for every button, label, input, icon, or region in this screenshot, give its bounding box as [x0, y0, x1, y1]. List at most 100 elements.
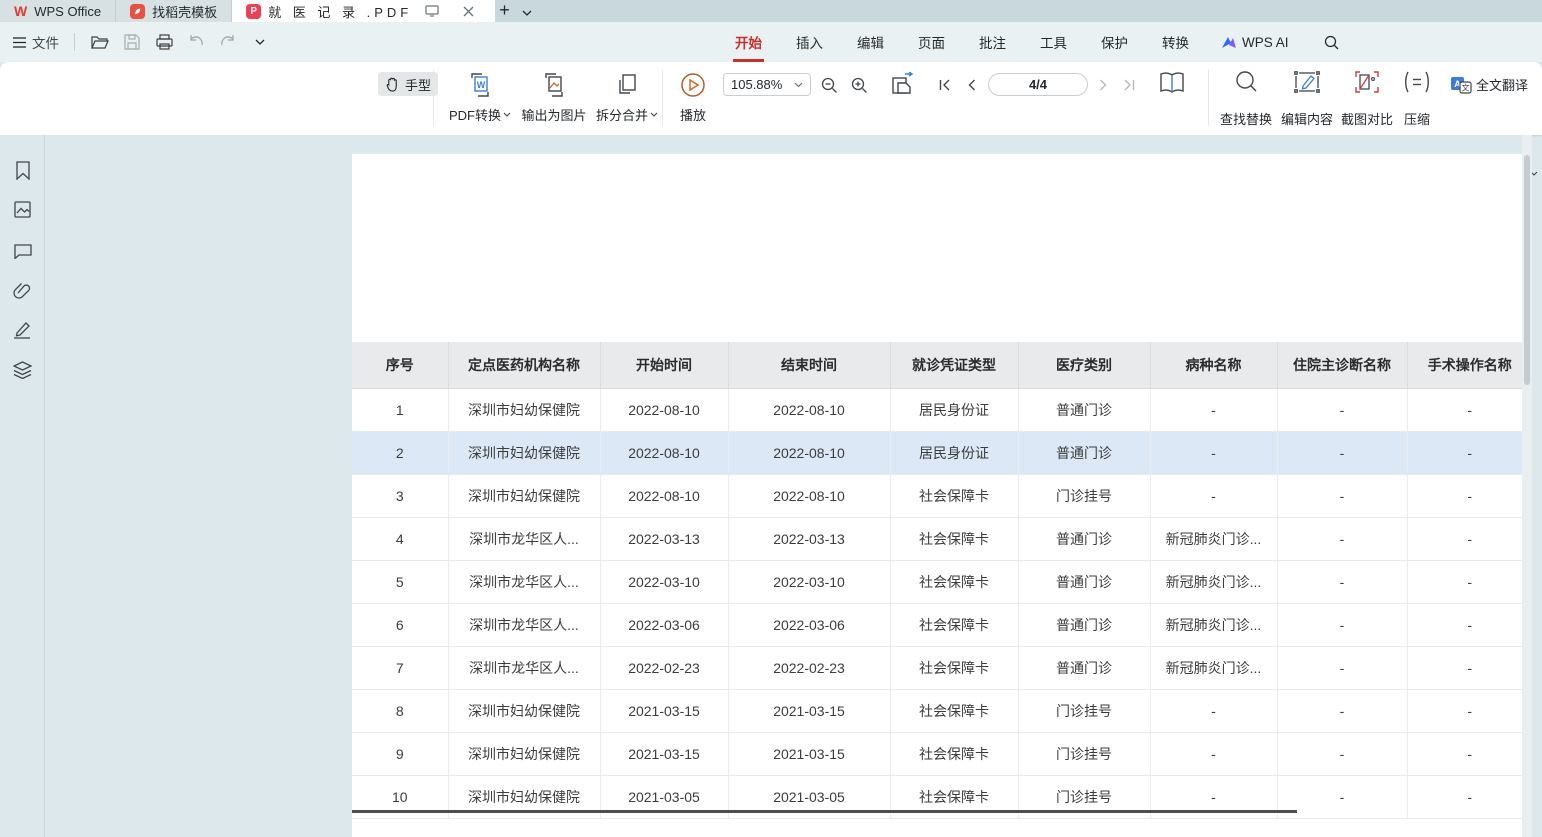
menu-search-icon[interactable] [1319, 29, 1345, 55]
play-button[interactable]: 播放 [655, 70, 731, 128]
table-cell: 2021-03-15 [728, 732, 890, 775]
menu-tab-convert[interactable]: 转换 [1160, 28, 1191, 56]
table-cell: - [1150, 388, 1277, 431]
table-cell: 新冠肺炎门诊... [1150, 603, 1277, 646]
table-cell: - [1407, 474, 1532, 517]
tab-wps-office[interactable]: W WPS Office [0, 0, 116, 22]
table-cell: - [1407, 431, 1532, 474]
table-row: 2深圳市妇幼保健院2022-08-102022-08-10居民身份证普通门诊--… [352, 431, 1532, 474]
table-cell: 深圳市龙华区人... [448, 560, 600, 603]
first-page-button[interactable] [932, 73, 958, 97]
edit-content-button[interactable]: 编辑内容 [1277, 70, 1337, 128]
print-icon[interactable] [151, 29, 177, 55]
table-row: 1深圳市妇幼保健院2022-08-102022-08-10居民身份证普通门诊--… [352, 388, 1532, 431]
table-cell: 2022-08-10 [728, 388, 890, 431]
divider [433, 70, 434, 126]
table-header-cell: 住院主诊断名称 [1277, 342, 1407, 388]
table-header-cell: 就诊凭证类型 [890, 342, 1018, 388]
screen-share-icon[interactable] [419, 0, 445, 24]
find-replace-button[interactable]: 查找替换 [1216, 70, 1276, 128]
table-cell: 普通门诊 [1018, 431, 1150, 474]
save-icon[interactable] [119, 29, 145, 55]
export-as-image-button[interactable]: 输出为图片 [515, 70, 593, 128]
menu-tab-tools[interactable]: 工具 [1038, 28, 1069, 56]
zoom-level-select[interactable]: 105.88% [723, 73, 811, 96]
read-mode-icon[interactable] [1156, 68, 1188, 98]
menu-tab-page[interactable]: 页面 [916, 28, 947, 56]
menu-tab-insert[interactable]: 插入 [794, 28, 825, 56]
redo-icon[interactable] [215, 29, 241, 55]
undo-icon[interactable] [183, 29, 209, 55]
close-tab-icon[interactable] [455, 0, 481, 24]
page-number-input[interactable]: 4/4 [988, 73, 1088, 96]
medical-visits-table: 序号定点医药机构名称开始时间结束时间就诊凭证类型医疗类别病种名称住院主诊断名称手… [352, 342, 1532, 819]
document-viewport[interactable]: 序号定点医药机构名称开始时间结束时间就诊凭证类型医疗类别病种名称住院主诊断名称手… [45, 135, 1532, 837]
table-cell: 2022-03-10 [728, 560, 890, 603]
table-cell: 深圳市龙华区人... [448, 517, 600, 560]
bookmark-icon[interactable] [12, 160, 33, 181]
table-cell: 普通门诊 [1018, 517, 1150, 560]
table-row: 9深圳市妇幼保健院2021-03-152021-03-15社会保障卡门诊挂号--… [352, 732, 1532, 775]
screenshot-compare-button[interactable]: 截图对比 [1337, 70, 1397, 128]
zoom-in-button[interactable] [846, 73, 872, 97]
table-header-cell: 序号 [352, 342, 448, 388]
comments-icon[interactable] [12, 240, 33, 261]
thumbnails-icon[interactable] [12, 199, 33, 220]
main-menu-button[interactable]: 文件 [10, 29, 62, 55]
menu-tab-protect[interactable]: 保护 [1099, 28, 1130, 56]
scrollbar-thumb[interactable] [1524, 155, 1530, 385]
menu-tab-wps-ai[interactable]: WPS AI [1221, 35, 1289, 50]
table-cell: 普通门诊 [1018, 603, 1150, 646]
last-page-button[interactable] [1116, 73, 1142, 97]
table-cell: 普通门诊 [1018, 560, 1150, 603]
table-cell: 深圳市龙华区人... [448, 646, 600, 689]
table-cell: 5 [352, 560, 448, 603]
compress-button[interactable]: 压缩 [1390, 70, 1444, 128]
document-side-panel [0, 135, 45, 837]
table-cell: - [1277, 732, 1407, 775]
hand-tool-button[interactable]: 手型 [378, 72, 438, 96]
tab-docer-templates[interactable]: 找稻壳模板 [116, 0, 232, 22]
table-header-cell: 结束时间 [728, 342, 890, 388]
attachments-icon[interactable] [12, 280, 33, 301]
table-cell: 社会保障卡 [890, 560, 1018, 603]
table-cell: 社会保障卡 [890, 474, 1018, 517]
menu-tab-edit[interactable]: 编辑 [855, 28, 886, 56]
table-header-cell: 开始时间 [600, 342, 728, 388]
table-cell: 9 [352, 732, 448, 775]
signature-icon[interactable] [12, 319, 33, 340]
table-cell: 4 [352, 517, 448, 560]
menu-tab-home[interactable]: 开始 [733, 28, 764, 56]
table-cell: 新冠肺炎门诊... [1150, 517, 1277, 560]
wps-ai-icon [1221, 36, 1237, 49]
table-header-cell: 定点医药机构名称 [448, 342, 600, 388]
table-header-row: 序号定点医药机构名称开始时间结束时间就诊凭证类型医疗类别病种名称住院主诊断名称手… [352, 342, 1532, 388]
svg-text:W: W [477, 80, 486, 90]
table-cell: 社会保障卡 [890, 603, 1018, 646]
table-cell: 门诊挂号 [1018, 474, 1150, 517]
zoom-out-button[interactable] [816, 73, 842, 97]
tab-medical-record-pdf[interactable]: P 就 医 记 录 .PDF [232, 0, 495, 22]
new-tab-button[interactable]: + [495, 0, 514, 22]
table-cell: 2022-08-10 [600, 388, 728, 431]
layers-icon[interactable] [12, 359, 33, 380]
rotate-pages-button[interactable] [886, 70, 918, 100]
menu-tab-comment[interactable]: 批注 [977, 28, 1008, 56]
wps-office-window: W WPS Office 找稻壳模板 P 就 医 记 录 .PDF [0, 0, 1542, 837]
table-cell: - [1150, 732, 1277, 775]
table-cell: - [1277, 474, 1407, 517]
full-text-translate-button[interactable]: A 文 全文翻译 [1450, 75, 1528, 94]
pdf-file-icon: P [246, 4, 261, 19]
pdf-convert-button[interactable]: W PDF转换 [441, 70, 519, 128]
svg-text:文: 文 [1462, 82, 1470, 92]
open-file-icon[interactable] [87, 29, 113, 55]
table-row: 7深圳市龙华区人...2022-02-232022-02-23社会保障卡普通门诊… [352, 646, 1532, 689]
table-cell: - [1277, 388, 1407, 431]
vertical-scrollbar[interactable] [1522, 135, 1532, 837]
more-actions-chevron-icon[interactable] [247, 29, 273, 55]
next-page-button[interactable] [1090, 73, 1116, 97]
hand-icon [385, 77, 400, 92]
table-bottom-rule [352, 810, 1297, 813]
previous-page-button[interactable] [958, 73, 984, 97]
full-translate-icon: A 文 [1450, 76, 1472, 94]
